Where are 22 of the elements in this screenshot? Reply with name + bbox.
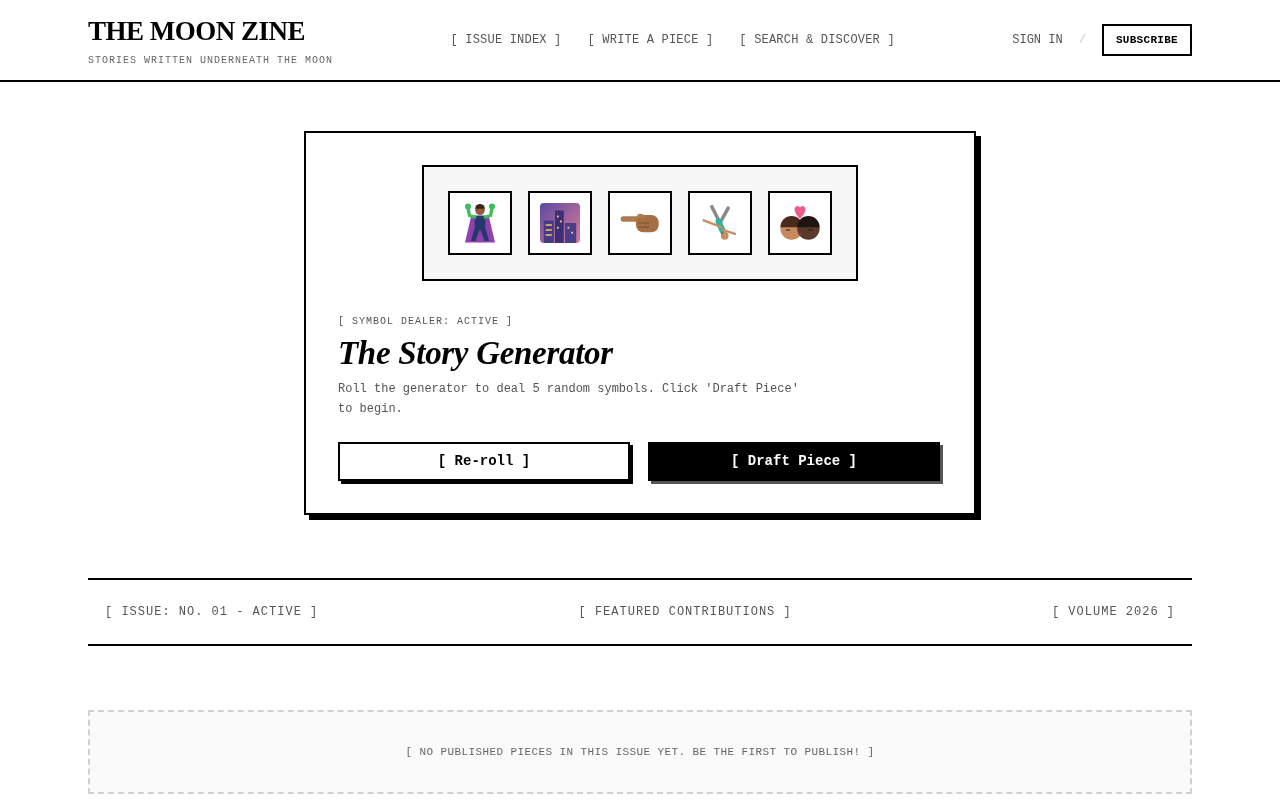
section-heading: [ FEATURED CONTRIBUTIONS ] xyxy=(578,604,792,621)
generator-status: [ SYMBOL DEALER: ACTIVE ] xyxy=(338,315,515,329)
nav-link[interactable]: [ WRITE A PIECE ] xyxy=(587,31,714,49)
reroll-button[interactable]: [ Re-roll ] xyxy=(338,442,630,481)
nav-link[interactable]: [ SEARCH & DISCOVER ] xyxy=(739,31,895,49)
site-tagline: STORIES WRITTEN UNDERNEATH THE MOON xyxy=(88,53,334,68)
separator-slash: / xyxy=(1078,32,1086,49)
sign-in-link[interactable]: SIGN IN xyxy=(1012,31,1063,49)
kissing-couple-icon xyxy=(779,203,821,243)
caped-figure-icon xyxy=(462,202,498,244)
subscribe-button[interactable]: SUBSCRIBE xyxy=(1101,24,1192,56)
draft-piece-button[interactable]: [ Draft Piece ] xyxy=(648,442,940,481)
volume-label: [ VOLUME 2026 ] xyxy=(1051,604,1175,621)
empty-state-message: [ NO PUBLISHED PIECES IN THIS ISSUE YET. BE THE FIRST TO PUBLISH! ] xyxy=(405,744,875,760)
generator-description: Roll the generator to deal 5 random symbols. Click 'Draft Piece' to begin. xyxy=(338,381,800,418)
nav-link[interactable]: [ ISSUE INDEX ] xyxy=(450,31,562,49)
city-skyline-icon xyxy=(540,203,580,243)
site-logo[interactable]: THE MOON ZINE xyxy=(88,16,334,45)
cartwheel-figure-icon xyxy=(701,204,739,242)
generator-title: The Story Generator xyxy=(338,334,615,373)
pointing-hand-icon xyxy=(620,212,660,234)
issue-label: [ ISSUE: NO. 01 - ACTIVE ] xyxy=(105,604,319,621)
